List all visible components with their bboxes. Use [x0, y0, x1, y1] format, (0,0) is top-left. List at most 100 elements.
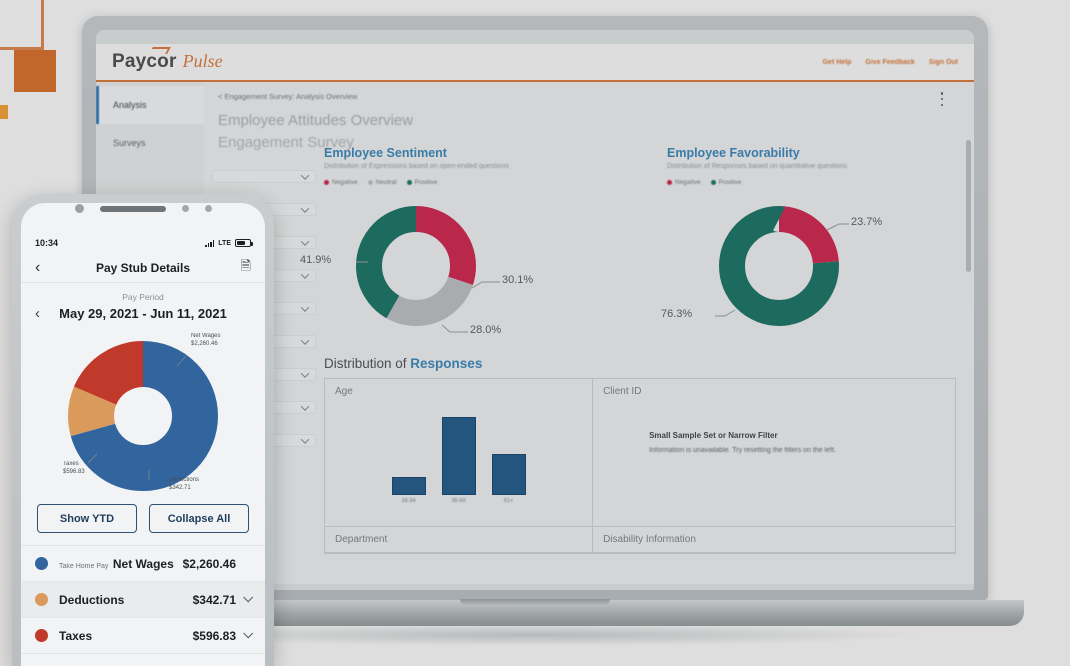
sidebar-item-label: Analysis — [113, 100, 147, 110]
chevron-left-icon[interactable]: ‹ — [35, 259, 57, 276]
chart-legend: Negative Neutral Positive — [324, 179, 613, 186]
list-item[interactable]: Take Home Pay Net Wages $2,260.46 — [21, 546, 265, 582]
sentiment-donut-svg — [356, 206, 500, 333]
list-item-label: Taxes — [59, 628, 93, 643]
donut-label-taxes: Taxes $596.83 — [63, 460, 85, 476]
document-download-icon[interactable]: 🗎 — [229, 257, 251, 279]
bar-label: 18-34 — [401, 498, 416, 504]
get-help-link[interactable]: Get Help — [823, 59, 852, 66]
bar-column: 51+ — [491, 454, 526, 504]
favorability-donut-svg — [715, 206, 849, 326]
legend-label: Positive — [414, 179, 438, 186]
chart-title: Employee Sentiment — [324, 146, 447, 160]
value-label-neutral: 28.0% — [470, 324, 502, 336]
status-time: 10:34 — [35, 238, 59, 248]
favorability-donut: 23.7% 76.3% — [661, 190, 956, 342]
list-item-sublabel: Take Home Pay — [59, 562, 109, 570]
leader-line — [471, 281, 500, 289]
leader-line — [441, 324, 468, 333]
speaker-grille — [99, 205, 166, 212]
bar — [491, 454, 526, 495]
phone-screen: 10:34 LTE ‹ Pay Stub Details 🗎 Pay Perio… — [21, 203, 265, 666]
brand-logo[interactable]: Paycor Pulse — [112, 51, 223, 73]
employee-favorability-chart: Employee Favorability Distribution of Re… — [661, 146, 956, 342]
sidebar-item-analysis[interactable]: Analysis — [96, 86, 204, 124]
donut-charts-row: Employee Sentiment Distribution of Expre… — [300, 146, 956, 342]
sidebar-item-surveys[interactable]: Surveys — [96, 124, 204, 162]
app-top-bar: Paycor Pulse Get Help Give Feedback Sign… — [96, 44, 974, 82]
pay-period-range: May 29, 2021 - Jun 11, 2021 — [59, 306, 227, 321]
phone-sensors — [12, 204, 274, 213]
legend-color-swatch — [367, 180, 373, 185]
legend-color-swatch — [324, 180, 329, 185]
scrollbar-thumb[interactable] — [966, 140, 971, 272]
filter-dropdown[interactable] — [212, 170, 316, 183]
empty-state: Small Sample Set or Narrow Filter Inform… — [603, 397, 945, 454]
panel-disability-information: Disability Information — [593, 527, 955, 553]
decorative-square-solid — [14, 50, 56, 92]
chevron-down-icon — [300, 269, 310, 279]
pay-period-label: Pay Period — [122, 292, 164, 302]
decorative-square-outline — [0, 0, 44, 50]
panel-label: Age — [335, 386, 353, 397]
list-item-amount: $596.83 — [192, 628, 236, 643]
bar-column: 18-34 — [391, 477, 426, 504]
list-item-amount: $2,260.46 — [182, 556, 236, 571]
breadcrumb[interactable]: < Engagement Survey: Analysis Overview — [204, 92, 974, 101]
network-label: LTE — [218, 239, 231, 247]
screenshot-stage: Paycor Pulse Get Help Give Feedback Sign… — [0, 0, 1070, 666]
kebab-dot — [940, 97, 944, 101]
chevron-left-icon[interactable]: ‹ — [35, 305, 55, 322]
panel-department: Department — [325, 527, 594, 553]
list-item-label: Net Wages — [112, 556, 174, 571]
legend-item-positive: Positive — [710, 179, 742, 186]
sign-out-link[interactable]: Sign Out — [929, 59, 958, 66]
pay-stub-donut: Net Wages $2,260.46 Taxes $596.83 Deduct… — [21, 324, 265, 502]
value-label-negative: 30.1% — [502, 274, 534, 286]
collapse-all-button[interactable]: Collapse All — [149, 504, 249, 533]
legend-label: Positive — [718, 179, 742, 186]
give-feedback-link[interactable]: Give Feedback — [865, 59, 914, 66]
sensor-icon — [181, 205, 189, 212]
list-item[interactable]: Deductions $342.71 — [21, 582, 265, 618]
sidebar-item-label: Surveys — [113, 138, 146, 148]
phone-action-buttons: Show YTD Collapse All — [21, 502, 265, 545]
list-item[interactable]: Taxes $596.83 — [21, 618, 265, 654]
list-item-label: Deductions — [59, 592, 125, 607]
panel-label: Client ID — [603, 386, 642, 397]
chevron-down-icon[interactable] — [243, 628, 254, 639]
value-label-positive: 76.3% — [661, 308, 693, 320]
bar-column: 35-50 — [441, 417, 476, 504]
more-options-icon[interactable] — [936, 92, 948, 106]
legend-item-negative: Negative — [667, 179, 701, 186]
pay-period-selector: ‹ May 29, 2021 - Jun 11, 2021 — [21, 302, 265, 322]
chart-legend: Negative Positive — [667, 179, 956, 186]
chevron-down-icon — [300, 236, 310, 246]
chart-title: Employee Favorability — [667, 146, 800, 160]
sentiment-donut: 30.1% 28.0% 41.9% — [300, 190, 613, 342]
legend-item-negative: Negative — [324, 179, 358, 186]
phone-status-bar: 10:34 LTE — [21, 233, 265, 253]
pay-breakdown-list: Take Home Pay Net Wages $2,260.46 Deduct… — [21, 545, 265, 654]
legend-item-neutral: Neutral — [367, 179, 397, 186]
section-title: Distribution of Responses — [324, 356, 956, 371]
brand-product: Pulse — [182, 51, 223, 71]
legend-label: Negative — [675, 179, 701, 186]
list-item-amount: $342.71 — [192, 592, 236, 607]
camera-icon — [74, 204, 84, 213]
color-dot — [35, 629, 48, 642]
donut-label-name: Taxes — [63, 461, 79, 467]
decorative-square-small — [0, 105, 8, 119]
battery-icon — [235, 239, 253, 247]
donut-label-name: Net Wages — [191, 333, 221, 339]
donut-label-value: $2,260.46 — [191, 341, 218, 348]
show-ytd-button[interactable]: Show YTD — [37, 504, 137, 533]
chevron-down-icon[interactable] — [243, 592, 254, 603]
donut-label-value: $596.83 — [63, 469, 85, 476]
bar-label: 51+ — [503, 498, 514, 504]
panel-age: Age 18-34 35-50 51+ — [325, 379, 594, 527]
bar — [391, 477, 426, 495]
brand-name: Paycor — [112, 51, 177, 72]
status-indicators: LTE — [204, 239, 253, 247]
list-item-text: Taxes — [59, 627, 193, 645]
